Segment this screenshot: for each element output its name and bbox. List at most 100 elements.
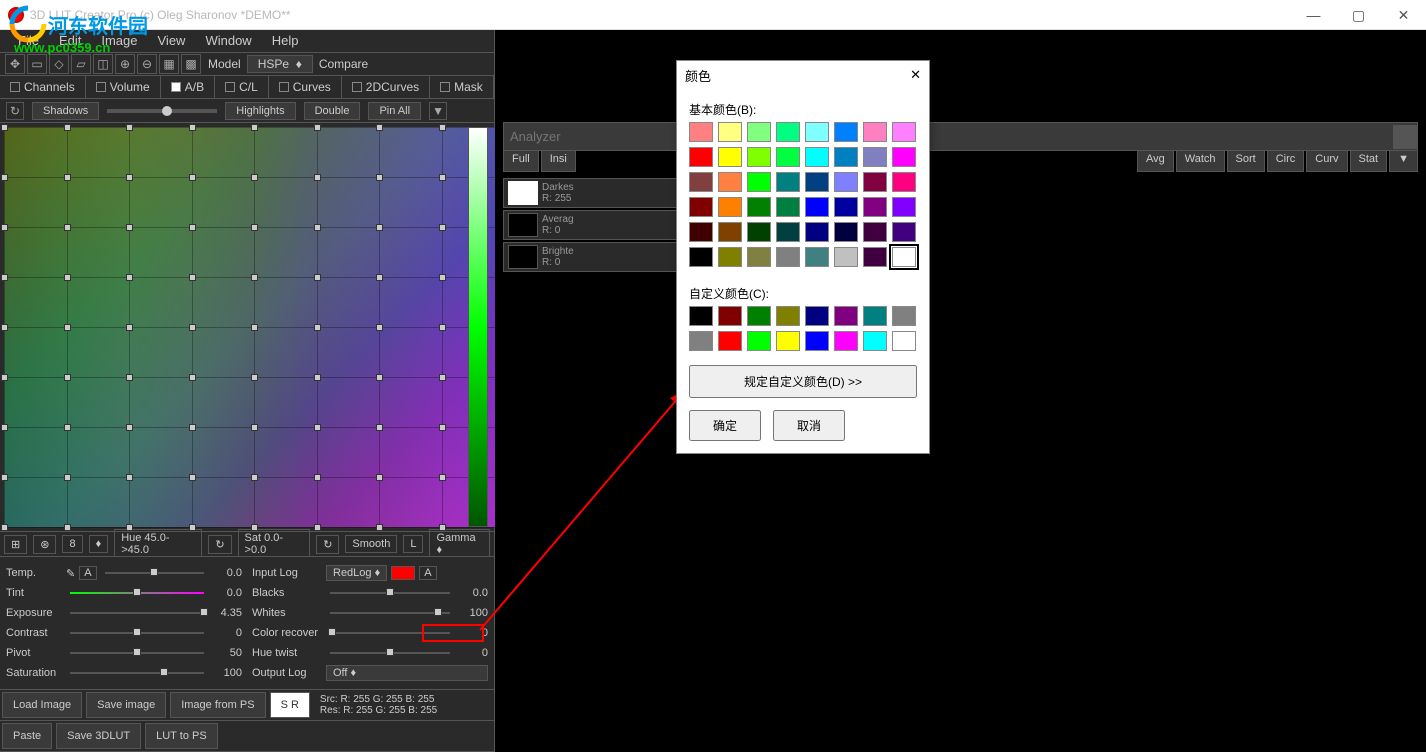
shadow-highlight-slider[interactable] — [107, 109, 217, 113]
grid-node[interactable] — [64, 174, 71, 181]
basic-color-swatch[interactable] — [718, 197, 742, 217]
highlights-button[interactable]: Highlights — [225, 102, 295, 120]
basic-color-swatch[interactable] — [834, 122, 858, 142]
basic-color-swatch[interactable] — [776, 222, 800, 242]
dropdown-icon[interactable]: ▼ — [429, 102, 447, 120]
grid-node[interactable] — [251, 124, 258, 131]
basic-color-swatch[interactable] — [805, 122, 829, 142]
tab-mask[interactable]: Mask — [430, 76, 494, 99]
grid-node[interactable] — [1, 374, 8, 381]
grid-node[interactable] — [189, 224, 196, 231]
saturation-slider[interactable] — [70, 672, 204, 674]
grid-node[interactable] — [64, 524, 71, 531]
grid-node[interactable] — [126, 224, 133, 231]
grid-node[interactable] — [64, 424, 71, 431]
image-from-ps-button[interactable]: Image from PS — [170, 692, 265, 718]
grid-node[interactable] — [314, 274, 321, 281]
grid-node[interactable] — [189, 124, 196, 131]
grid-node[interactable] — [314, 374, 321, 381]
grid-node[interactable] — [189, 274, 196, 281]
grid-node[interactable] — [64, 224, 71, 231]
analyzer-input[interactable] — [504, 123, 1393, 150]
grid-node[interactable] — [251, 224, 258, 231]
analyzer-tab-sort[interactable]: Sort — [1227, 150, 1265, 172]
grid-node[interactable] — [314, 424, 321, 431]
double-button[interactable]: Double — [304, 102, 361, 120]
grid-node[interactable] — [1, 524, 8, 531]
basic-color-swatch[interactable] — [747, 247, 771, 267]
load-image-button[interactable]: Load Image — [2, 692, 82, 718]
basic-color-swatch[interactable] — [689, 122, 713, 142]
select-tool-icon[interactable]: ▭ — [27, 54, 47, 74]
contrast-slider[interactable] — [70, 632, 204, 634]
grid-node[interactable] — [251, 174, 258, 181]
grid-node[interactable] — [376, 524, 383, 531]
basic-color-swatch[interactable] — [892, 222, 916, 242]
basic-color-swatch[interactable] — [747, 172, 771, 192]
grid-node[interactable] — [64, 374, 71, 381]
grid-icon[interactable]: ⊞ — [4, 535, 27, 554]
grid-node[interactable] — [314, 174, 321, 181]
grid-node[interactable] — [251, 374, 258, 381]
basic-color-swatch[interactable] — [689, 172, 713, 192]
custom-color-swatch[interactable] — [776, 306, 800, 326]
basic-color-swatch[interactable] — [776, 122, 800, 142]
pivot-slider[interactable] — [70, 652, 204, 654]
color-dialog-close-icon[interactable]: ✕ — [910, 67, 921, 83]
custom-color-swatch[interactable] — [776, 331, 800, 351]
grid-node[interactable] — [64, 274, 71, 281]
gamma-select[interactable]: Gamma ♦ — [429, 529, 490, 559]
basic-color-swatch[interactable] — [718, 222, 742, 242]
grid-node[interactable] — [189, 524, 196, 531]
analyzer-tab-watch[interactable]: Watch — [1176, 150, 1225, 172]
maximize-button[interactable]: ▢ — [1336, 0, 1381, 30]
lut-to-ps-button[interactable]: LUT to PS — [145, 723, 218, 749]
crop-tool-icon[interactable]: ▱ — [71, 54, 91, 74]
move-tool-icon[interactable]: ✥ — [5, 54, 25, 74]
basic-color-swatch[interactable] — [776, 147, 800, 167]
tab-cl[interactable]: C/L — [215, 76, 269, 99]
grid-node[interactable] — [376, 324, 383, 331]
grid-node[interactable] — [64, 324, 71, 331]
grid-node[interactable] — [126, 324, 133, 331]
grid-node[interactable] — [376, 274, 383, 281]
custom-color-swatch[interactable] — [892, 331, 916, 351]
basic-color-swatch[interactable] — [834, 197, 858, 217]
grid-node[interactable] — [439, 174, 446, 181]
menu-window[interactable]: Window — [195, 33, 261, 48]
custom-color-swatch[interactable] — [834, 306, 858, 326]
custom-color-swatch[interactable] — [718, 331, 742, 351]
custom-color-swatch[interactable] — [747, 306, 771, 326]
basic-color-swatch[interactable] — [689, 147, 713, 167]
color-grid[interactable] — [4, 127, 504, 527]
basic-color-swatch[interactable] — [718, 247, 742, 267]
custom-color-swatch[interactable] — [747, 331, 771, 351]
tab-ab[interactable]: A/B — [161, 76, 215, 99]
grid-node[interactable] — [64, 124, 71, 131]
grid-node[interactable] — [1, 274, 8, 281]
close-button[interactable]: ✕ — [1381, 0, 1426, 30]
analyzer-tab-circ[interactable]: Circ — [1267, 150, 1305, 172]
define-custom-color-button[interactable]: 规定自定义颜色(D) >> — [689, 365, 917, 398]
basic-color-swatch[interactable] — [805, 172, 829, 192]
grid-node[interactable] — [376, 174, 383, 181]
grid-node[interactable] — [126, 274, 133, 281]
paste-button[interactable]: Paste — [2, 723, 52, 749]
hue-twist-slider[interactable] — [330, 652, 450, 654]
analyzer-tab-stat[interactable]: Stat — [1350, 150, 1388, 172]
grid-node[interactable] — [376, 424, 383, 431]
zoom-in-icon[interactable]: ⊕ — [115, 54, 135, 74]
smooth-button[interactable]: Smooth — [345, 535, 397, 553]
grid-node[interactable] — [189, 324, 196, 331]
grid-node[interactable] — [376, 124, 383, 131]
basic-color-swatch[interactable] — [689, 197, 713, 217]
grid-node[interactable] — [251, 424, 258, 431]
basic-color-swatch[interactable] — [863, 222, 887, 242]
sr-button[interactable]: S R — [270, 692, 310, 718]
basic-color-swatch[interactable] — [805, 197, 829, 217]
basic-color-swatch[interactable] — [863, 172, 887, 192]
temp-slider[interactable] — [105, 572, 204, 574]
analyzer-tab-curv[interactable]: Curv — [1306, 150, 1347, 172]
grid-node[interactable] — [314, 324, 321, 331]
model-select[interactable]: HSPe ♦ — [247, 55, 313, 73]
